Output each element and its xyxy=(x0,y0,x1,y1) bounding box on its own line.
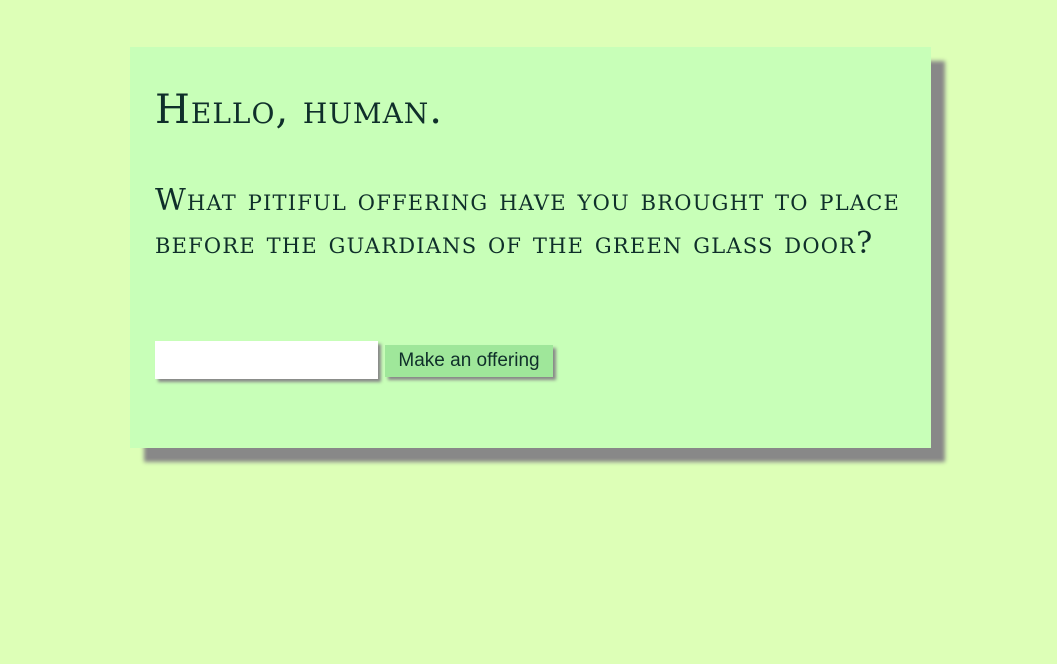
offering-input[interactable] xyxy=(155,341,378,379)
make-offering-button[interactable]: Make an offering xyxy=(385,345,553,377)
offering-question: What pitiful offering have you brought t… xyxy=(155,183,901,261)
greeting-heading: Hello, human. xyxy=(155,87,444,133)
guardian-card: Hello, human. What pitiful offering have… xyxy=(130,47,931,448)
